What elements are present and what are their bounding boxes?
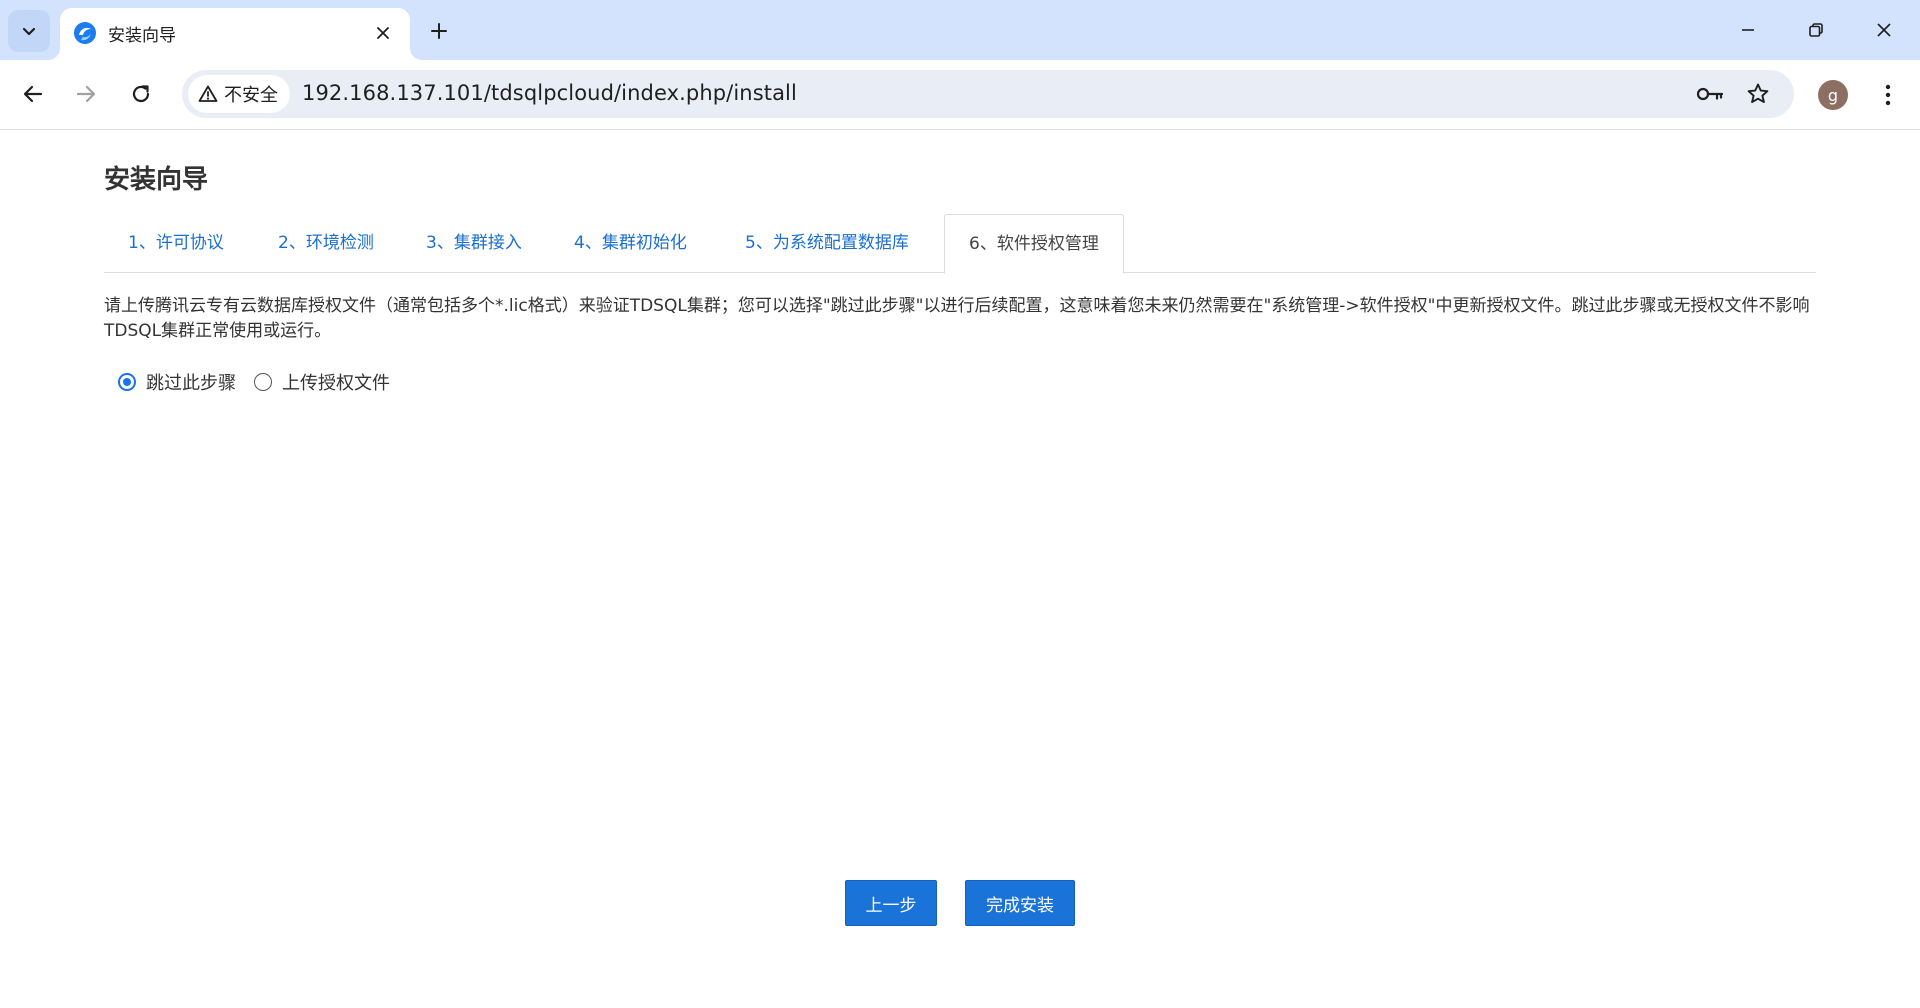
star-icon [1747,83,1769,104]
plus-icon [431,23,447,39]
radio-upload-label[interactable]: 上传授权文件 [282,369,390,395]
radio-skip-indicator[interactable] [118,373,136,391]
back-button[interactable] [13,74,53,114]
tab-step-2-environment[interactable]: 2、环境检测 [254,214,398,273]
license-description: 请上传腾讯云专有云数据库授权文件（通常包括多个*.lic格式）来验证TDSQL集… [104,296,1810,341]
browser-menu-button[interactable] [1870,76,1906,114]
tab-step-6-software-license[interactable]: 6、软件授权管理 [944,214,1124,274]
page-title: 安装向导 [104,165,209,195]
tab-step-1-license[interactable]: 1、许可协议 [104,214,248,273]
tab-search-button[interactable] [8,10,50,52]
reload-button[interactable] [121,74,161,114]
radio-upload-indicator[interactable] [254,373,272,391]
tab-close-button[interactable] [370,20,396,46]
window-close-icon [1877,23,1891,37]
url-text[interactable]: 192.168.137.101/tdsqlpcloud/index.php/in… [302,81,797,105]
profile-avatar[interactable]: g [1818,80,1848,110]
tencent-cloud-favicon [74,22,96,44]
radio-skip-step[interactable]: 跳过此步骤 [118,369,236,395]
back-arrow-icon [23,85,43,103]
license-option-group: 跳过此步骤 上传授权文件 [118,367,408,397]
tab-title: 安装向导 [108,26,176,46]
close-icon [377,27,389,39]
finish-install-button[interactable]: 完成安装 [965,880,1075,926]
window-close-button[interactable] [1860,8,1908,52]
kebab-menu-icon [1885,84,1891,106]
restore-icon [1809,23,1823,37]
security-indicator-chip[interactable]: 不安全 [188,75,290,113]
radio-skip-label[interactable]: 跳过此步骤 [146,369,236,395]
security-label: 不安全 [224,85,278,106]
bookmark-star-button[interactable] [1744,80,1772,108]
minimize-icon [1742,29,1754,31]
tab-step-4-cluster-init[interactable]: 4、集群初始化 [550,214,711,273]
forward-arrow-icon [76,85,96,103]
prev-step-button[interactable]: 上一步 [845,880,937,926]
install-wizard-page: 安装向导 1、许可协议 2、环境检测 3、集群接入 4、集群初始化 5、为系统配… [0,131,1920,1008]
forward-button[interactable] [66,74,106,114]
radio-upload-license[interactable]: 上传授权文件 [254,369,390,395]
reload-icon [132,85,150,103]
tab-step-3-cluster-access[interactable]: 3、集群接入 [402,214,546,273]
chevron-down-icon [22,27,36,36]
browser-tab-active[interactable]: 安装向导 [60,8,410,60]
new-tab-button[interactable] [422,14,456,48]
restore-button[interactable] [1792,8,1840,52]
minimize-button[interactable] [1724,8,1772,52]
wizard-steps-nav: 1、许可协议 2、环境检测 3、集群接入 4、集群初始化 5、为系统配置数据库 … [104,214,1816,274]
warning-icon [198,85,218,102]
key-icon [1696,87,1724,101]
browser-tab-strip: 安装向导 [0,0,1920,60]
browser-toolbar: 不安全 192.168.137.101/tdsqlpcloud/index.ph… [0,60,1920,130]
tab-step-5-system-db[interactable]: 5、为系统配置数据库 [721,214,933,273]
address-bar[interactable]: 不安全 192.168.137.101/tdsqlpcloud/index.ph… [182,70,1794,118]
password-key-button[interactable] [1696,80,1724,108]
